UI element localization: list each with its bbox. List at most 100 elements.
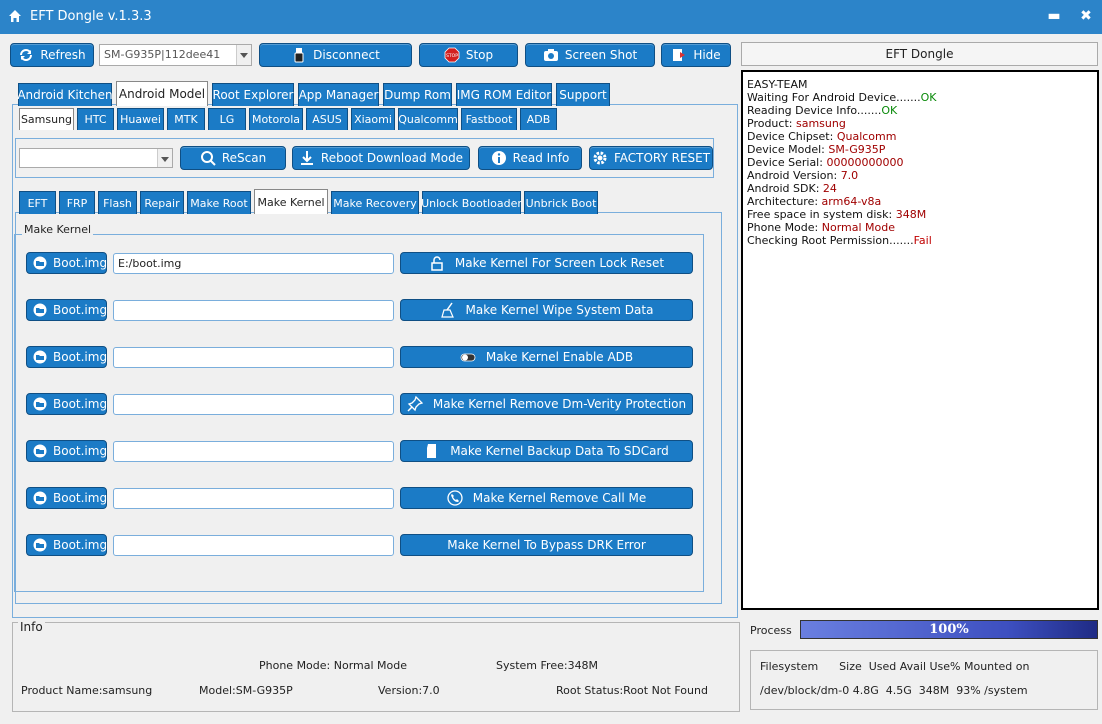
tab-app-manager[interactable]: App Manager [298,83,379,106]
boot-img-button[interactable]: Boot.img [26,252,107,274]
chevron-down-icon[interactable] [236,45,251,65]
tab-unbrick-boot[interactable]: Unbrick Boot [524,191,598,214]
boot-img-path-input[interactable] [113,394,394,415]
tab-repair[interactable]: Repair [140,191,184,214]
process-percent: 100% [929,622,969,637]
filesystem-row: /dev/block/dm-0 4.8G 4.5G 348M 93% /syst… [760,684,1028,697]
tab-eft[interactable]: EFT [19,191,56,214]
disconnect-button[interactable]: Disconnect [259,43,412,67]
boot-img-path-input[interactable] [113,347,394,368]
model-select[interactable] [19,148,173,168]
tab-dump-rom[interactable]: Dump Rom [383,83,452,106]
log-key: Checking Root Permission....... [747,234,914,247]
boot-img-button[interactable]: Boot.img [26,393,107,415]
tab-android-kitchen[interactable]: Android Kitchen [17,83,113,106]
tab-qualcomm[interactable]: Qualcomm [398,108,458,130]
boot-img-path-input[interactable] [113,441,394,462]
log-header: EFT Dongle [741,42,1098,66]
reboot-download-button[interactable]: Reboot Download Mode [292,146,470,170]
log-line: Phone Mode: Normal Mode [747,221,1093,234]
make-kernel-wipe-system-data-button[interactable]: Make Kernel Wipe System Data [400,299,693,321]
close-button[interactable]: ✖ [1076,2,1096,30]
tab-lg[interactable]: LG [208,108,246,130]
log-key: Product: [747,117,796,130]
tab-flash[interactable]: Flash [98,191,137,214]
refresh-button[interactable]: Refresh [10,43,94,67]
tab-root-explorer[interactable]: Root Explorer [212,83,294,106]
tab-android-model[interactable]: Android Model [116,81,208,106]
tab-fastboot[interactable]: Fastboot [461,108,517,130]
log-value: OK [881,104,898,117]
action-label: Make Kernel Remove Dm-Verity Protection [432,397,687,411]
log-key: Android Version: [747,169,841,182]
usb-icon [294,48,304,63]
boot-img-button[interactable]: Boot.img [26,534,107,556]
title-bar: EFT Dongle v.1.3.3 ▬ ✖ [0,0,1102,34]
tab-motorola[interactable]: Motorola [249,108,303,130]
boot-img-path-input[interactable] [113,488,394,509]
tab-make-root[interactable]: Make Root [187,191,251,214]
boot-img-button[interactable]: Boot.img [26,440,107,462]
make-kernel-for-screen-lock-reset-button[interactable]: Make Kernel For Screen Lock Reset [400,252,693,274]
tab-make-kernel[interactable]: Make Kernel [254,189,328,214]
log-line: Android Version: 7.0 [747,169,1093,182]
folder-open-icon [33,444,47,458]
toggle-icon [460,353,476,362]
boot-img-button[interactable]: Boot.img [26,487,107,509]
pin-icon [407,396,423,412]
log-console: EASY-TEAM Waiting For Android Device.....… [741,70,1099,610]
make-kernel-to-bypass-drk-error-button[interactable]: Make Kernel To Bypass DRK Error [400,534,693,556]
tab-support[interactable]: Support [556,83,610,106]
tab-huawei[interactable]: Huawei [117,108,164,130]
phone-icon [447,490,463,506]
boot-img-path-input[interactable] [113,300,394,321]
chevron-down-icon[interactable] [157,149,172,167]
boot-img-button[interactable]: Boot.img [26,299,107,321]
log-value: samsung [795,117,846,130]
log-value: OK [920,91,937,104]
device-select[interactable]: SM-G935P|112dee41 [99,44,252,66]
rescan-button[interactable]: ReScan [180,146,286,170]
refresh-label: Refresh [40,48,86,62]
tab-frp[interactable]: FRP [59,191,95,214]
tab-unlock-bootloader[interactable]: Unlock Bootloader [421,191,522,214]
make-kernel-remove-call-me-button[interactable]: Make Kernel Remove Call Me [400,487,693,509]
boot-img-button[interactable]: Boot.img [26,346,107,368]
make-kernel-remove-dm-verity-protection-button[interactable]: Make Kernel Remove Dm-Verity Protection [400,393,693,415]
app-title: EFT Dongle v.1.3.3 [30,9,152,24]
factory-reset-button[interactable]: FACTORY RESET [589,146,713,170]
log-key: Reading Device Info....... [747,104,882,117]
home-icon [9,10,21,22]
minimize-button[interactable]: ▬ [1044,2,1064,30]
log-line: Product: samsung [747,117,1093,130]
action-label: Make Kernel For Screen Lock Reset [454,256,665,270]
read-info-button[interactable]: Read Info [478,146,582,170]
tab-samsung[interactable]: Samsung [19,108,74,130]
tab-htc[interactable]: HTC [77,108,114,130]
boot-img-path-input[interactable] [113,535,394,556]
action-label: Make Kernel To Bypass DRK Error [447,538,646,552]
boot-img-path-input[interactable]: E:/boot.img [113,253,394,274]
tab-xiaomi[interactable]: Xiaomi [351,108,395,130]
screenshot-button[interactable]: Screen Shot [525,43,655,67]
tab-img-rom-editor[interactable]: IMG ROM Editor [456,83,552,106]
log-line: Architecture: arm64-v8a [747,195,1093,208]
log-key: Waiting For Android Device....... [747,91,921,104]
action-label: Make Kernel Remove Call Me [472,491,647,505]
factory-reset-label: FACTORY RESET [613,151,711,165]
stop-icon: STOP [444,47,460,63]
tab-adb[interactable]: ADB [520,108,557,130]
tab-mtk[interactable]: MTK [167,108,205,130]
log-value: arm64-v8a [821,195,882,208]
boot-img-label: Boot.img [53,303,108,317]
boot-img-label: Boot.img [53,350,108,364]
folder-open-icon [33,397,47,411]
tab-make-recovery[interactable]: Make Recovery [331,191,419,214]
make-kernel-enable-adb-button[interactable]: Make Kernel Enable ADB [400,346,693,368]
tab-asus[interactable]: ASUS [306,108,348,130]
read-info-label: Read Info [512,151,570,165]
stop-button[interactable]: STOP Stop [419,43,518,67]
log-line: Free space in system disk: 348M [747,208,1093,221]
make-kernel-backup-data-to-sdcard-button[interactable]: Make Kernel Backup Data To SDCard [400,440,693,462]
hide-button[interactable]: Hide [661,43,731,67]
